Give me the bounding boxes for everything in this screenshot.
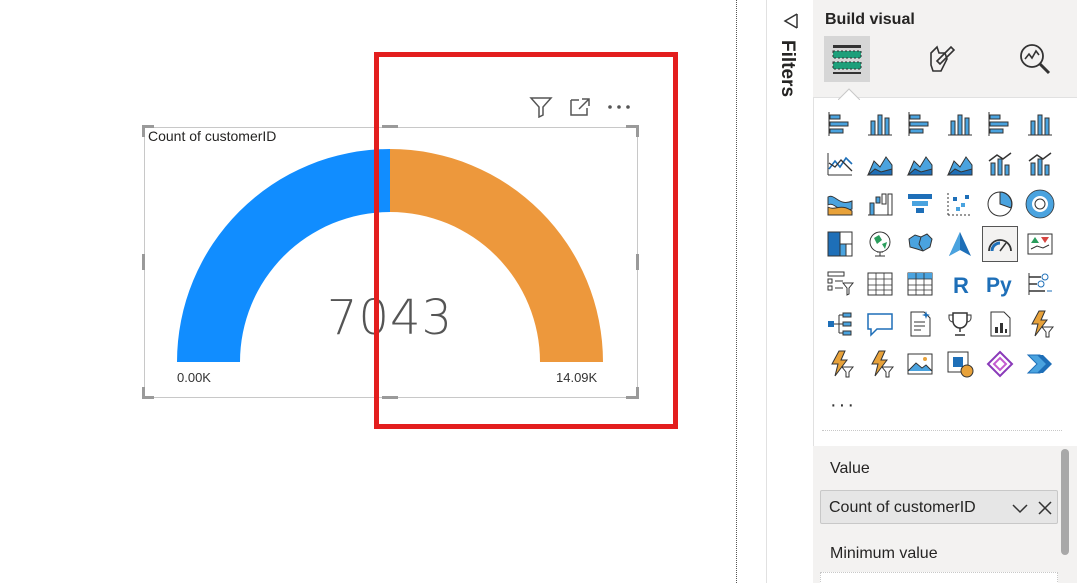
- clustered-column-chart-icon[interactable]: [942, 106, 978, 142]
- python-visual-icon[interactable]: Py: [982, 266, 1018, 302]
- clustered-bar-chart-icon[interactable]: [902, 106, 938, 142]
- stacked-area-chart-icon[interactable]: [902, 146, 938, 182]
- more-visuals-button[interactable]: ···: [830, 394, 856, 417]
- power-apps-visual-icon[interactable]: [982, 346, 1018, 382]
- pie-chart-icon[interactable]: [982, 186, 1018, 222]
- pane-title: Build visual: [825, 11, 915, 28]
- stacked-bar-chart-icon[interactable]: [822, 106, 858, 142]
- r-script-visual-icon[interactable]: R: [942, 266, 978, 302]
- gauge-icon[interactable]: [982, 226, 1018, 262]
- custom-visual-icon[interactable]: [942, 346, 978, 382]
- power-automate-visual-icon[interactable]: [1022, 346, 1058, 382]
- kpi-icon[interactable]: [1022, 226, 1058, 262]
- paginated-report-icon[interactable]: [982, 306, 1018, 342]
- tab-pointer-icon: [837, 87, 861, 105]
- table-icon[interactable]: [862, 266, 898, 302]
- line-chart-icon[interactable]: [822, 146, 858, 182]
- power-apps-icon[interactable]: [822, 346, 858, 382]
- line-and-clustered-column-chart-icon[interactable]: [1022, 146, 1058, 182]
- value-well-label: Value: [830, 460, 870, 477]
- area-chart-icon[interactable]: [862, 146, 898, 182]
- image-visual-icon[interactable]: [902, 346, 938, 382]
- 100-stacked-column-chart-icon[interactable]: [1022, 106, 1058, 142]
- stacked-column-chart-icon[interactable]: [862, 106, 898, 142]
- key-influencers-icon[interactable]: [1022, 266, 1058, 302]
- canvas-divider: [736, 0, 737, 583]
- build-visual-tab-icon[interactable]: [824, 36, 870, 82]
- smart-narrative-icon[interactable]: [902, 306, 938, 342]
- power-automate-flow-icon[interactable]: [862, 346, 898, 382]
- matrix-icon[interactable]: [902, 266, 938, 302]
- funnel-icon[interactable]: [902, 186, 938, 222]
- azure-map-icon[interactable]: [942, 226, 978, 262]
- metrics-icon[interactable]: [942, 306, 978, 342]
- donut-chart-icon[interactable]: [1022, 186, 1058, 222]
- power-automate-icon[interactable]: [1022, 306, 1058, 342]
- minimum-value-well-label: Minimum value: [830, 545, 938, 562]
- treemap-icon[interactable]: [822, 226, 858, 262]
- chevron-down-icon[interactable]: [1010, 498, 1030, 518]
- filled-map-icon[interactable]: [902, 226, 938, 262]
- gauge-min-label: 0.00K: [177, 370, 211, 385]
- minimum-value-drop-zone[interactable]: [820, 572, 1058, 583]
- svg-text:R: R: [953, 273, 969, 298]
- decomposition-tree-icon[interactable]: [822, 306, 858, 342]
- value-field-name[interactable]: Count of customerID: [829, 499, 976, 517]
- format-visual-tab-icon[interactable]: [918, 36, 964, 82]
- collapse-arrow-icon[interactable]: [781, 11, 801, 36]
- line-and-stacked-column-chart-icon[interactable]: [982, 146, 1018, 182]
- scatter-chart-icon[interactable]: [942, 186, 978, 222]
- svg-text:Py: Py: [986, 274, 1012, 297]
- qa-icon[interactable]: [862, 306, 898, 342]
- slicer-icon[interactable]: [822, 266, 858, 302]
- ribbon-chart-icon[interactable]: [822, 186, 858, 222]
- 100-stacked-area-chart-icon[interactable]: [942, 146, 978, 182]
- highlight-annotation-box: [374, 52, 678, 429]
- waterfall-chart-icon[interactable]: [862, 186, 898, 222]
- powerbi-report-editor: Count of customerID 7043 0.00K 14.09K Fi…: [0, 0, 1077, 583]
- close-icon[interactable]: [1036, 498, 1054, 518]
- filters-pane-label[interactable]: Filters: [776, 40, 798, 97]
- pane-separator: [822, 430, 1062, 431]
- 100-stacked-bar-chart-icon[interactable]: [982, 106, 1018, 142]
- pane-scrollbar[interactable]: [1061, 449, 1069, 555]
- map-icon[interactable]: [862, 226, 898, 262]
- analytics-tab-icon[interactable]: [1012, 36, 1058, 82]
